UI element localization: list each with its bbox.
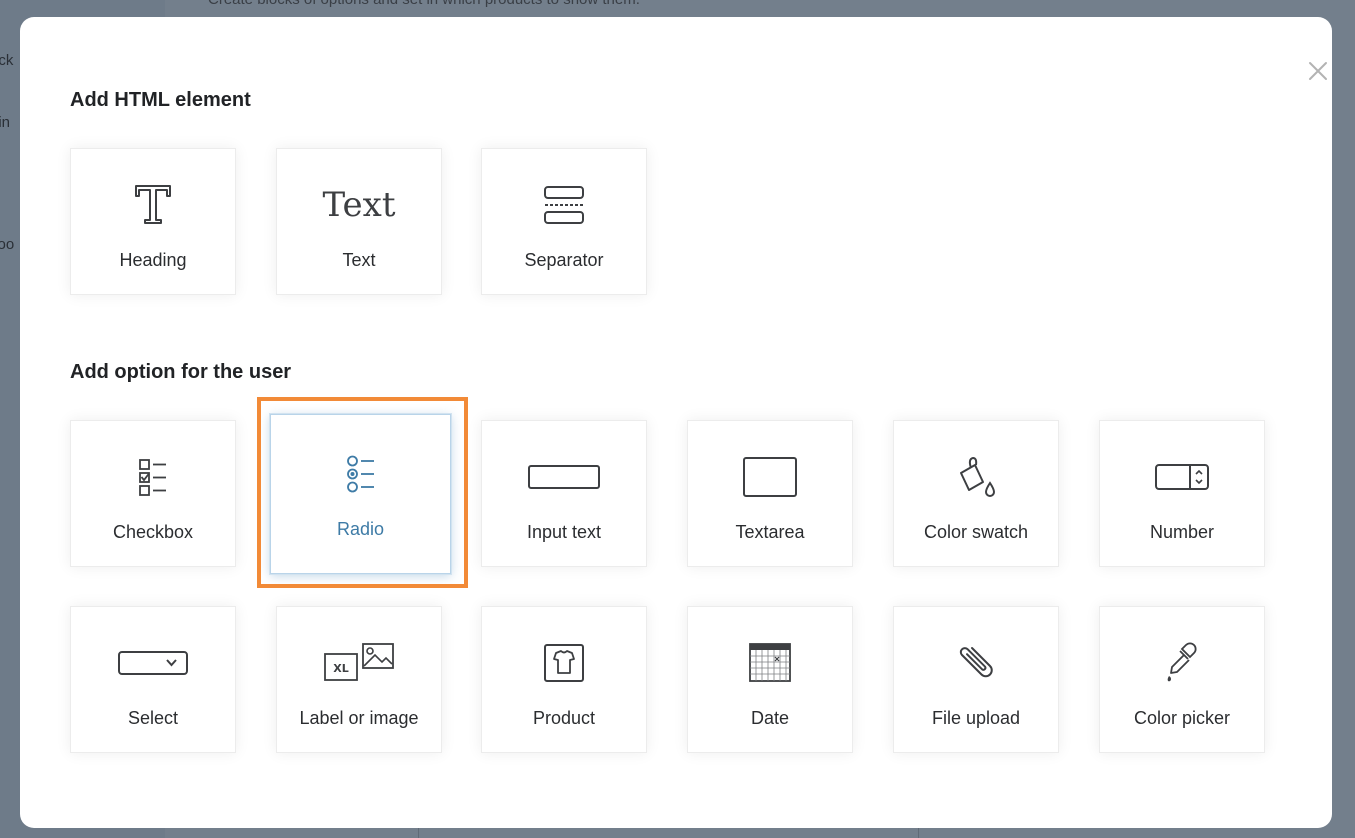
background-divider — [418, 828, 419, 838]
tile-text[interactable]: Text Text — [276, 148, 442, 295]
product-icon — [482, 637, 646, 689]
tile-label: Text — [342, 250, 376, 270]
tile-label: Select — [127, 708, 179, 728]
tile-heading[interactable]: Heading — [70, 148, 236, 295]
tile-label: Textarea — [735, 522, 805, 542]
tile-label: Color picker — [1133, 708, 1231, 728]
section-title-user-option: Add option for the user — [70, 361, 292, 383]
xl-badge-text: XL — [333, 662, 349, 675]
background-sidebar-fragment: ttin — [0, 114, 11, 131]
checkbox-icon — [71, 451, 235, 503]
tile-label: Separator — [524, 250, 604, 270]
tile-label-or-image[interactable]: XL Label or image — [276, 606, 442, 753]
background-sidebar-fragment: Too — [0, 236, 15, 253]
close-icon[interactable] — [1306, 59, 1330, 83]
file-upload-icon — [894, 637, 1058, 689]
separator-icon — [482, 179, 646, 231]
radio-icon — [271, 448, 450, 500]
input-text-icon — [482, 451, 646, 503]
heading-icon — [71, 179, 235, 231]
tile-label: Input text — [526, 522, 602, 542]
select-icon — [71, 637, 235, 689]
background-sidebar-fragment: ock — [0, 52, 14, 69]
tile-label: Radio — [336, 519, 385, 539]
tile-label: File upload — [931, 708, 1021, 728]
section-title-html-element: Add HTML element — [70, 89, 251, 111]
text-icon: Text — [277, 179, 441, 231]
tile-label: Color swatch — [923, 522, 1029, 542]
tile-label: Label or image — [299, 708, 419, 728]
tile-label: Heading — [119, 250, 187, 270]
tile-label: Number — [1149, 522, 1215, 542]
color-swatch-icon — [894, 451, 1058, 503]
tile-input-text[interactable]: Input text — [481, 420, 647, 567]
tile-checkbox[interactable]: Checkbox — [70, 420, 236, 567]
number-icon — [1100, 451, 1264, 503]
background-divider — [918, 828, 919, 838]
tile-color-picker[interactable]: Color picker — [1099, 606, 1265, 753]
tile-select[interactable]: Select — [70, 606, 236, 753]
text-glyph: Text — [322, 185, 396, 225]
tile-textarea[interactable]: Textarea — [687, 420, 853, 567]
tile-product[interactable]: Product — [481, 606, 647, 753]
date-icon — [688, 637, 852, 689]
tile-date[interactable]: Date — [687, 606, 853, 753]
background-hint-text: Create blocks of options and set in whic… — [208, 0, 640, 8]
tile-label: Checkbox — [112, 522, 194, 542]
tile-number[interactable]: Number — [1099, 420, 1265, 567]
label-or-image-icon: XL — [277, 637, 441, 689]
tile-separator[interactable]: Separator — [481, 148, 647, 295]
textarea-icon — [688, 451, 852, 503]
tile-radio[interactable]: Radio — [270, 414, 451, 574]
tile-label: Date — [750, 708, 790, 728]
tile-file-upload[interactable]: File upload — [893, 606, 1059, 753]
tile-color-swatch[interactable]: Color swatch — [893, 420, 1059, 567]
tile-label: Product — [532, 708, 596, 728]
color-picker-icon — [1100, 637, 1264, 689]
